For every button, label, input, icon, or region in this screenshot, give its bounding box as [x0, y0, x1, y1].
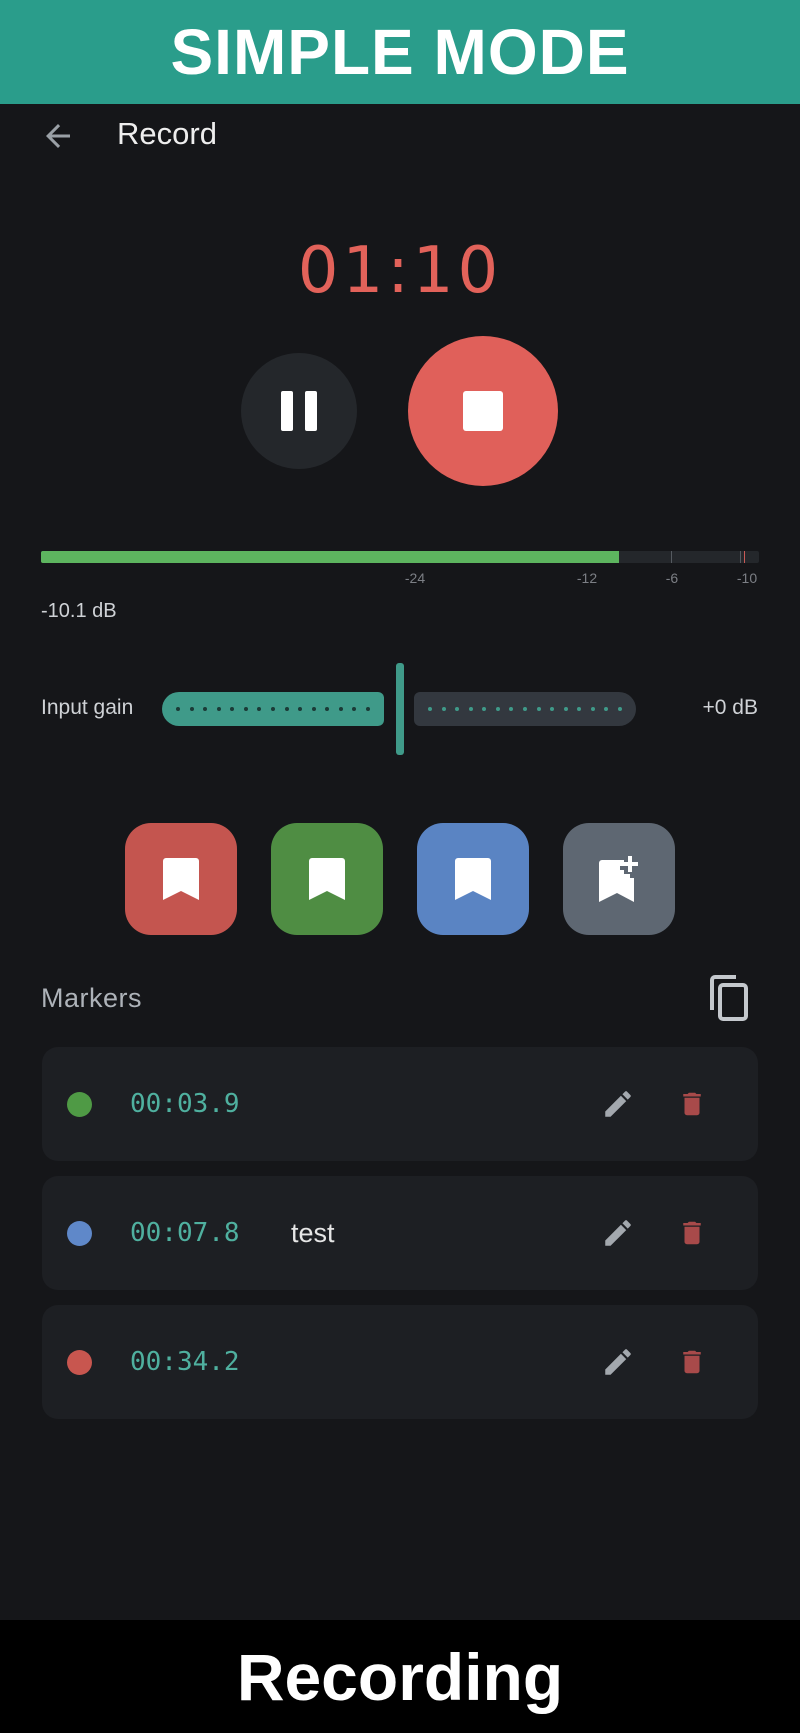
edit-marker-button[interactable]: [594, 1209, 642, 1257]
bookmark-icon: [163, 858, 199, 900]
gain-tick-dot: [243, 707, 248, 711]
gain-tick-dot: [428, 707, 432, 711]
gain-tick-dot: [468, 707, 473, 711]
add-red-marker-button[interactable]: [125, 823, 237, 935]
input-gain-value: +0 dB: [702, 696, 758, 719]
marker-time: 00:07.8: [130, 1218, 240, 1248]
gain-tick-dot: [176, 707, 180, 711]
gain-tick-dot: [230, 707, 235, 711]
edit-marker-button[interactable]: [594, 1080, 642, 1128]
gain-tick-dot: [441, 707, 446, 711]
marker-color-dot: [67, 1221, 92, 1246]
gain-track-ticks: [428, 707, 622, 711]
meter-tick: [671, 551, 672, 563]
input-gain-slider-thumb[interactable]: [396, 663, 404, 755]
mode-banner-text: SIMPLE MODE: [170, 16, 630, 88]
bookmark-icon: [309, 858, 345, 900]
gain-tick-dot: [550, 707, 555, 711]
gain-tick-dot: [482, 707, 487, 711]
marker-time: 00:34.2: [130, 1347, 240, 1377]
stop-button[interactable]: [408, 336, 558, 486]
gain-tick-dot: [495, 707, 500, 711]
pencil-icon: [605, 1220, 631, 1246]
input-gain-label: Input gain: [41, 696, 134, 719]
gain-tick-dot: [270, 707, 275, 711]
add-blue-marker-button[interactable]: [417, 823, 529, 935]
copy-icon: [710, 975, 748, 1021]
gain-tick-dot: [352, 707, 357, 711]
add-custom-marker-button[interactable]: [563, 823, 675, 935]
marker-row[interactable]: 00:07.8 test: [42, 1176, 758, 1290]
stop-icon: [463, 391, 503, 431]
app-bar: Record: [0, 104, 800, 160]
page-title: Record: [117, 116, 217, 151]
delete-marker-button[interactable]: [668, 1338, 716, 1386]
pause-icon: [281, 391, 317, 431]
meter-tick-label: -12: [576, 570, 598, 586]
level-meter: [41, 551, 759, 563]
copy-markers-button[interactable]: [702, 972, 754, 1024]
gain-tick-dot: [203, 707, 208, 711]
gain-tick-dot: [604, 707, 609, 711]
bookmark-add-icon: [599, 856, 638, 902]
trash-icon: [683, 1092, 701, 1116]
pencil-icon: [605, 1091, 631, 1117]
gain-tick-dot: [298, 707, 303, 711]
input-gain-track-active[interactable]: [162, 692, 384, 726]
meter-tick-clip: [744, 551, 745, 563]
meter-tick-label: -10: [736, 570, 758, 586]
gain-tick-dot: [216, 707, 221, 711]
pencil-icon: [605, 1349, 631, 1375]
gain-tick-dot: [509, 707, 514, 711]
back-button[interactable]: [36, 114, 80, 158]
markers-section-title: Markers: [41, 983, 143, 1013]
delete-marker-button[interactable]: [668, 1209, 716, 1257]
gain-tick-dot: [284, 707, 289, 711]
gain-tick-dot: [536, 707, 541, 711]
trash-icon: [683, 1221, 701, 1245]
trash-icon: [683, 1350, 701, 1374]
recording-timer: 01:10: [297, 234, 503, 308]
gain-tick-dot: [257, 707, 262, 711]
gain-track-ticks: [176, 707, 370, 711]
caption-text: Recording: [236, 1639, 564, 1714]
marker-row[interactable]: 00:34.2: [42, 1305, 758, 1419]
gain-tick-dot: [617, 707, 622, 711]
gain-tick-dot: [189, 707, 194, 711]
gain-tick-dot: [563, 707, 568, 711]
pause-button[interactable]: [241, 353, 357, 469]
marker-time: 00:03.9: [130, 1089, 240, 1119]
input-gain-track-inactive[interactable]: [414, 692, 636, 726]
gain-tick-dot: [590, 707, 595, 711]
gain-tick-dot: [455, 707, 460, 711]
meter-tick: [740, 551, 741, 563]
edit-marker-button[interactable]: [594, 1338, 642, 1386]
arrow-back-icon: [46, 124, 70, 148]
level-meter-fill: [41, 551, 619, 563]
marker-name: test: [291, 1218, 335, 1248]
gain-tick-dot: [365, 707, 370, 711]
marker-color-dot: [67, 1092, 92, 1117]
add-green-marker-button[interactable]: [271, 823, 383, 935]
meter-tick-label: -24: [404, 570, 426, 586]
level-readout: -10.1 dB: [41, 600, 117, 622]
gain-tick-dot: [522, 707, 527, 711]
gain-tick-dot: [577, 707, 582, 711]
meter-tick-label: -6: [665, 570, 679, 586]
caption-banner: Recording: [0, 1620, 800, 1733]
mode-banner: SIMPLE MODE: [0, 0, 800, 104]
marker-color-dot: [67, 1350, 92, 1375]
gain-tick-dot: [338, 707, 343, 711]
bookmark-icon: [455, 858, 491, 900]
gain-tick-dot: [311, 707, 316, 711]
delete-marker-button[interactable]: [668, 1080, 716, 1128]
marker-row[interactable]: 00:03.9: [42, 1047, 758, 1161]
gain-tick-dot: [325, 707, 330, 711]
record-screen: Record 01:10 -24 -12 -6 -10 -10.1 dB Inp…: [0, 104, 800, 1620]
